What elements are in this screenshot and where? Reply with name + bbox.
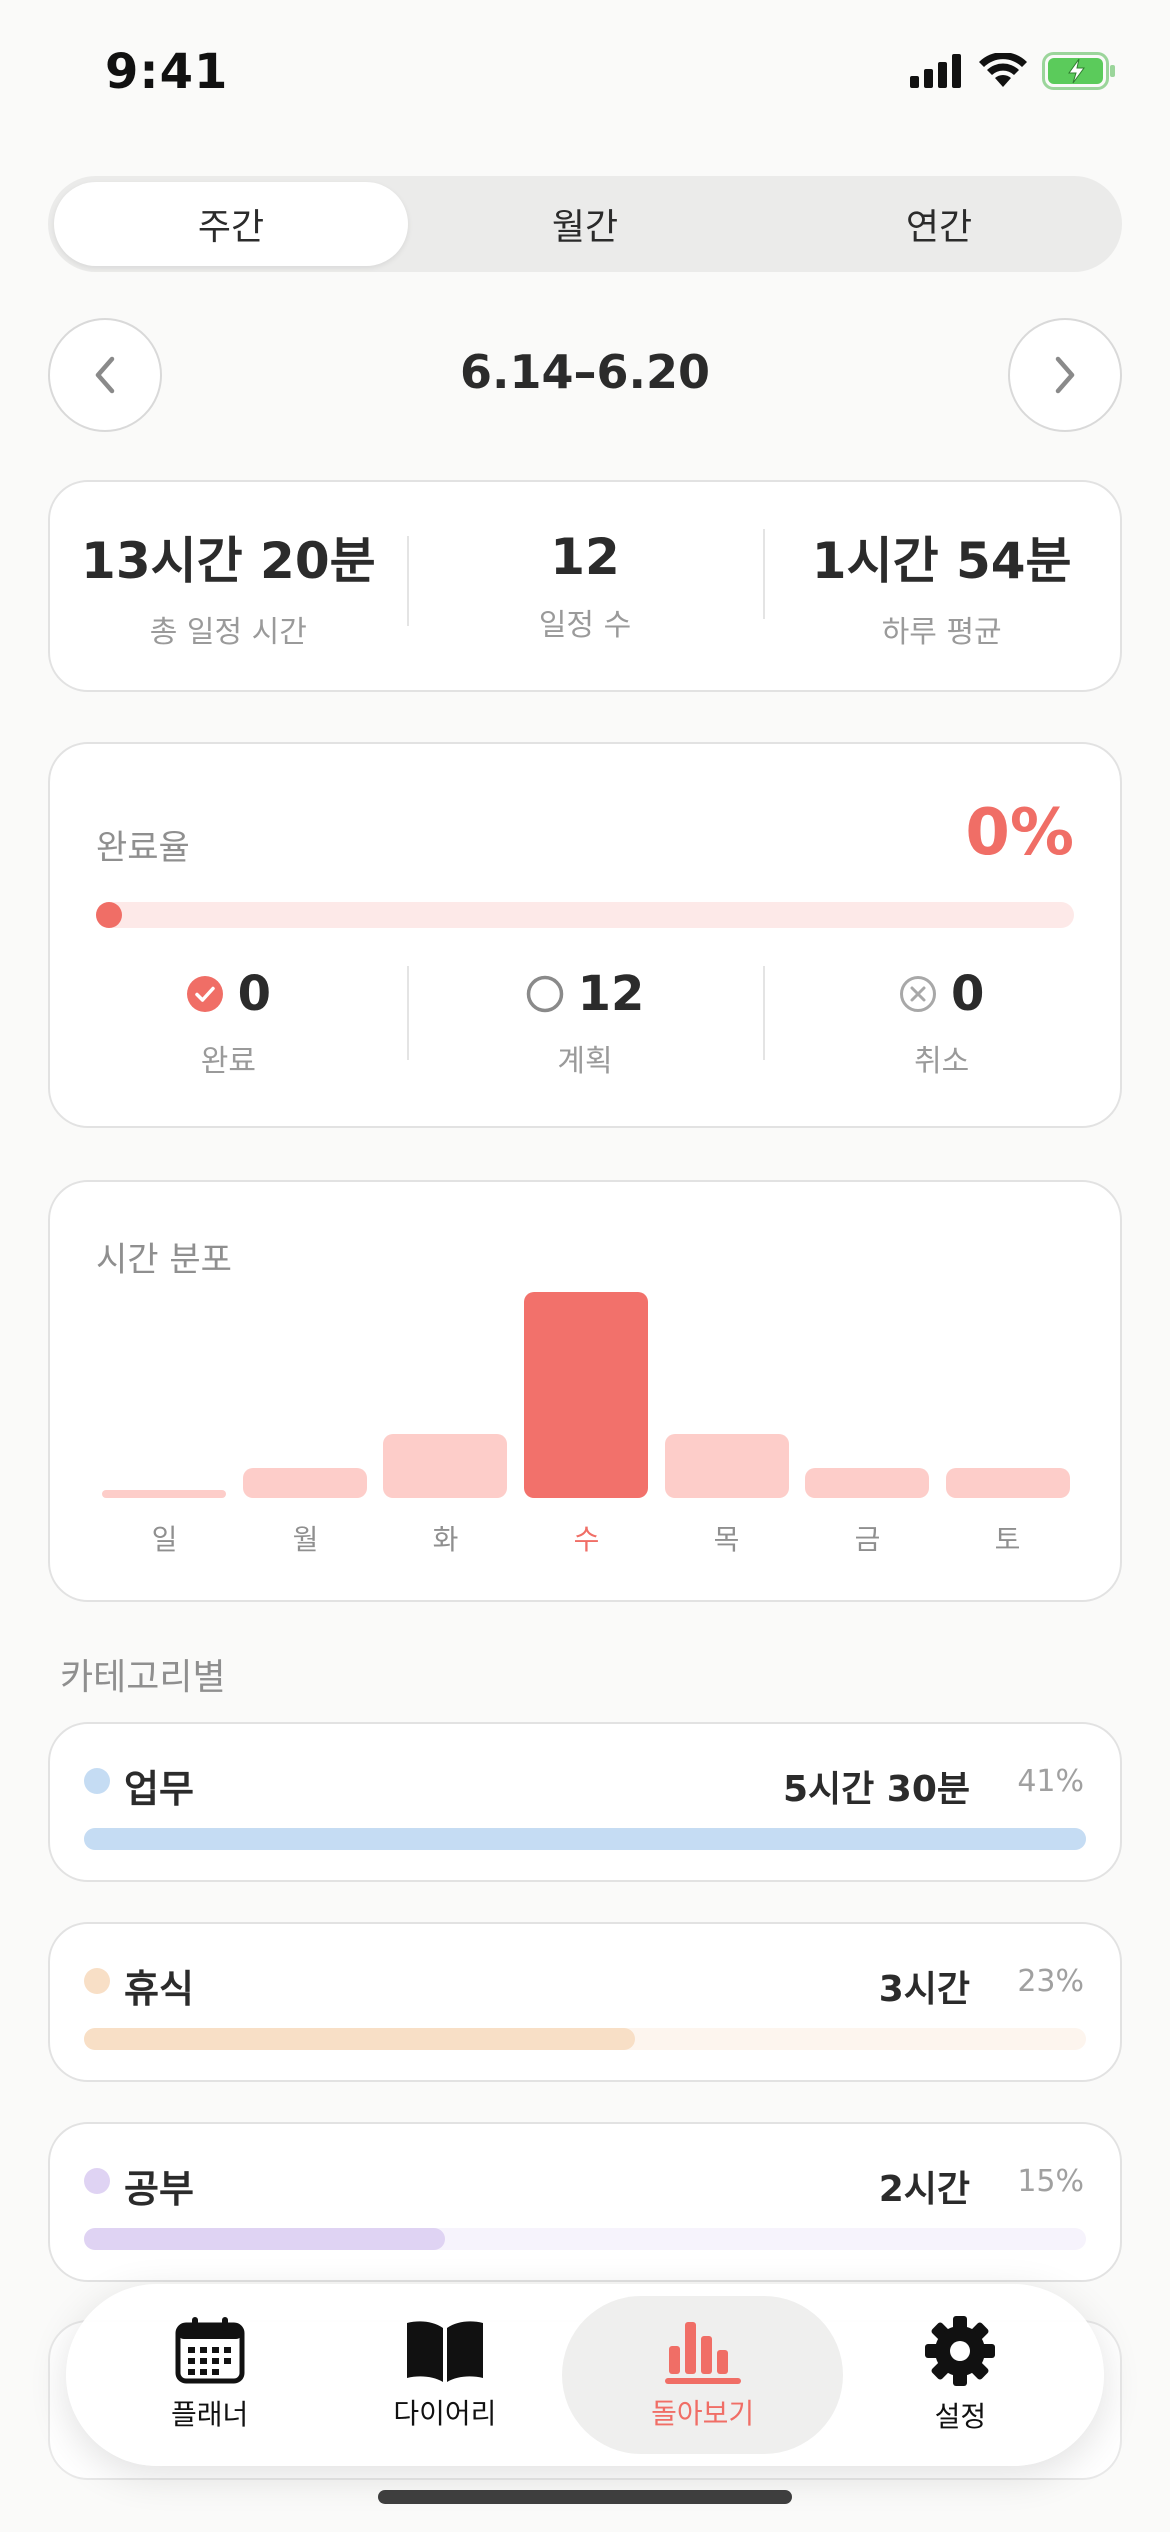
category-time: 2시간 (878, 2169, 970, 2210)
next-period-button[interactable] (1008, 318, 1122, 432)
book-icon (406, 2321, 483, 2382)
total-time-stat: 13시간 20분 총 일정 시간 (50, 521, 407, 651)
distribution-day-label: 일 (151, 1523, 178, 1556)
empty-circle-icon (526, 975, 563, 1013)
tab-settings-label: 설정 (934, 2400, 987, 2433)
tab-diary-label: 다이어리 (393, 2397, 497, 2430)
calendar-icon (175, 2317, 245, 2384)
summary-card: 13시간 20분 총 일정 시간 12 일정 수 1시간 54분 하루 평균 (48, 480, 1122, 692)
distribution-bar (383, 1434, 507, 1498)
bottom-tab-bar: 플래너 다이어리 돌아보기 설정 (66, 2284, 1104, 2466)
distribution-bar (243, 1468, 367, 1498)
category-time: 5시간 30분 (782, 1769, 970, 1810)
daily-average-value: 1시간 54분 (811, 532, 1072, 590)
planned-stat: 12 계획 (406, 966, 764, 1080)
category-progress-fill (84, 1828, 1086, 1850)
tab-review[interactable]: 돌아보기 (562, 2296, 843, 2454)
completion-title: 완료율 (96, 828, 190, 868)
status-bar: 9:41 (0, 0, 1170, 150)
category-time: 3시간 (878, 1969, 970, 2010)
cancelled-label: 취소 (914, 1044, 970, 1079)
planned-count: 12 (577, 966, 645, 1022)
event-count-stat: 12 일정 수 (406, 528, 764, 644)
category-progress-track (84, 2028, 1086, 2050)
tab-planner-label: 플래너 (170, 2398, 249, 2431)
distribution-day-label: 금 (854, 1523, 881, 1556)
daily-average-label: 하루 평균 (881, 615, 1002, 650)
category-progress-fill (84, 2228, 445, 2250)
category-progress-track (84, 1828, 1086, 1850)
cancelled-count: 0 (950, 966, 985, 1022)
previous-period-button[interactable] (48, 318, 162, 432)
completion-card: 완료율 0% 0 완료 12 계획 0 취소 (48, 742, 1122, 1128)
category-progress-fill (84, 2028, 636, 2050)
tab-review-label: 돌아보기 (651, 2397, 755, 2430)
distribution-bar (946, 1468, 1070, 1498)
total-time-value: 13시간 20분 (81, 532, 376, 590)
completed-label: 완료 (200, 1044, 256, 1079)
category-color-dot (84, 2168, 110, 2194)
wifi-icon (979, 53, 1027, 87)
distribution-bar (102, 1490, 226, 1498)
completion-percent: 0% (965, 796, 1074, 870)
category-card-rest[interactable]: 휴식 3시간 23% (48, 1922, 1122, 2082)
tab-settings[interactable]: 설정 (843, 2296, 1078, 2454)
status-icons (910, 52, 1118, 90)
category-name: 공부 (124, 2167, 194, 2211)
total-time-label: 총 일정 시간 (149, 615, 307, 650)
event-count-label: 일정 수 (538, 608, 632, 643)
distribution-chart (94, 1292, 1078, 1498)
period-segmented-control: 주간 월간 연간 (48, 176, 1122, 272)
distribution-bar (805, 1468, 929, 1498)
distribution-day-label: 목 (713, 1523, 740, 1556)
completion-stats: 0 완료 12 계획 0 취소 (50, 966, 1120, 1080)
chevron-left-icon (95, 356, 115, 394)
time-distribution-card: 시간 분포 일 월 화 수 목 금 토 (48, 1180, 1122, 1602)
completion-progress-bar (96, 902, 1074, 928)
planned-label: 계획 (557, 1044, 613, 1079)
completion-progress-indicator (96, 902, 122, 928)
category-name: 휴식 (124, 1967, 194, 2011)
status-time: 9:41 (105, 44, 229, 100)
cancelled-stat: 0 취소 (763, 966, 1120, 1080)
distribution-day-label: 월 (292, 1523, 319, 1556)
battery-charging-icon (1042, 52, 1115, 90)
event-count-value: 12 (550, 528, 620, 586)
gear-icon (925, 2316, 996, 2386)
x-circle-icon (899, 976, 936, 1012)
category-section-title: 카테고리별 (60, 1657, 226, 1698)
segment-weekly[interactable]: 주간 (54, 182, 408, 266)
distribution-day-label: 토 (994, 1523, 1021, 1556)
distribution-bar (665, 1434, 789, 1498)
cellular-signal-icon (910, 54, 961, 88)
check-circle-icon (186, 976, 223, 1012)
segment-monthly[interactable]: 월간 (408, 182, 762, 266)
category-color-dot (84, 1968, 110, 1994)
chevron-right-icon (1055, 356, 1075, 394)
category-card-work[interactable]: 업무 5시간 30분 41% (48, 1722, 1122, 1882)
home-indicator (378, 2490, 792, 2504)
distribution-bar (524, 1292, 648, 1498)
distribution-day-label: 수 (573, 1523, 600, 1556)
segment-yearly[interactable]: 연간 (762, 182, 1116, 266)
category-percent: 15% (1017, 2164, 1084, 2199)
category-progress-track (84, 2228, 1086, 2250)
category-color-dot (84, 1768, 110, 1794)
category-card-study[interactable]: 공부 2시간 15% (48, 2122, 1122, 2282)
distribution-day-label: 화 (432, 1523, 459, 1556)
daily-average-stat: 1시간 54분 하루 평균 (763, 521, 1120, 651)
tab-planner[interactable]: 플래너 (92, 2296, 327, 2454)
completed-stat: 0 완료 (50, 966, 407, 1080)
category-percent: 41% (1017, 1764, 1084, 1799)
date-range-label: 6.14–6.20 (460, 345, 710, 399)
completed-count: 0 (237, 966, 272, 1022)
tab-diary[interactable]: 다이어리 (327, 2296, 562, 2454)
distribution-title: 시간 분포 (96, 1240, 232, 1280)
category-percent: 23% (1017, 1964, 1084, 1999)
category-name: 업무 (124, 1767, 194, 1811)
bar-chart-icon (664, 2322, 741, 2384)
